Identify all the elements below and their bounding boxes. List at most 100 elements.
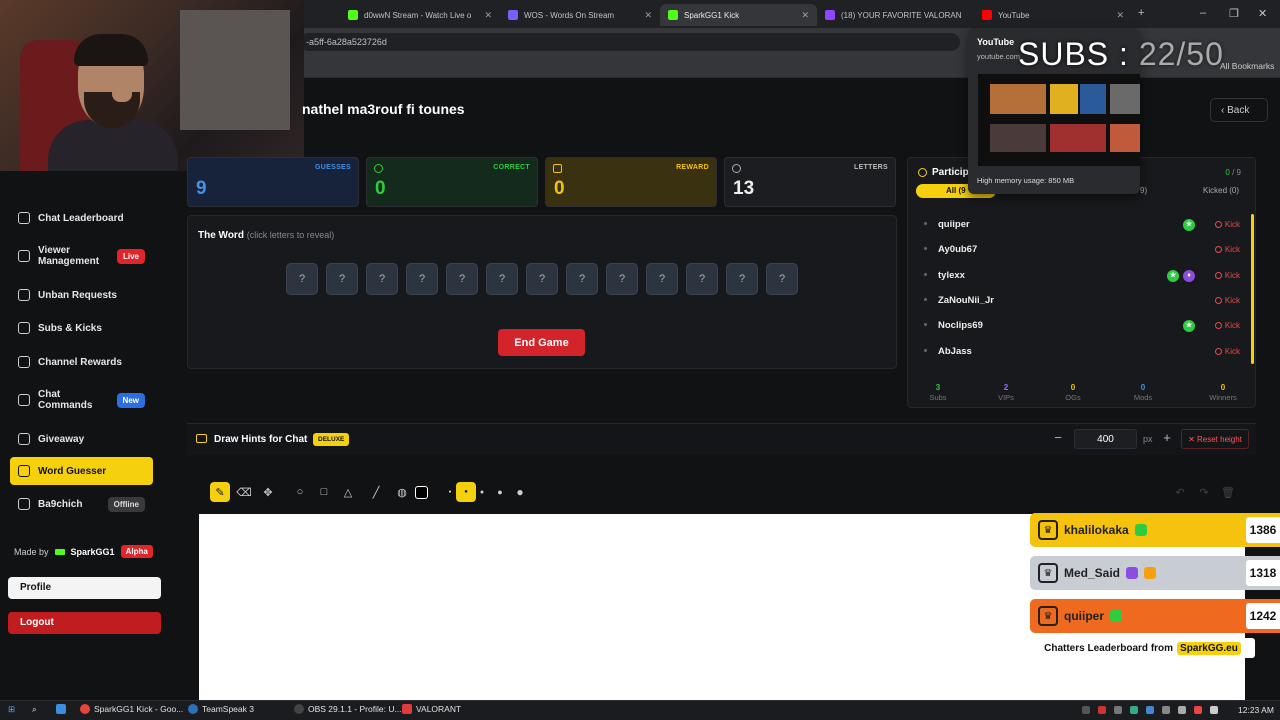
- tab-wos[interactable]: WOS - Words On Stream ✕: [500, 4, 660, 26]
- file-explorer-icon[interactable]: [56, 704, 66, 714]
- bullet: [924, 297, 927, 301]
- windows-start-icon[interactable]: ⊞: [8, 704, 15, 715]
- letter-tile[interactable]: ?: [526, 263, 558, 295]
- sidebar-item-0[interactable]: Chat Leaderboard: [10, 204, 153, 232]
- letter-tile[interactable]: ?: [766, 263, 798, 295]
- close-icon[interactable]: ✕: [1116, 10, 1124, 21]
- new-tab-icon[interactable]: +: [1138, 7, 1144, 19]
- letter-tile[interactable]: ?: [686, 263, 718, 295]
- letter-tile[interactable]: ?: [486, 263, 518, 295]
- kick-button[interactable]: Kick: [1214, 270, 1240, 280]
- tab-sparkgg1-kick[interactable]: SparkGG1 Kick ✕: [660, 4, 817, 26]
- sidebar-item-label: Chat Commands: [38, 389, 93, 411]
- tray-icon[interactable]: [1194, 706, 1202, 714]
- minimize-icon[interactable]: –: [1200, 7, 1206, 19]
- search-icon[interactable]: ⌕: [32, 704, 37, 715]
- sidebar-item-5[interactable]: Chat Commands New: [10, 386, 153, 414]
- line-tool-icon[interactable]: ╱: [366, 482, 386, 502]
- sidebar-item-3[interactable]: Subs & Kicks: [10, 314, 153, 342]
- kick-button[interactable]: Kick: [1214, 347, 1240, 356]
- summary-value: 0: [1070, 383, 1076, 392]
- tray-icon[interactable]: [1210, 706, 1218, 714]
- kick-button[interactable]: Kick: [1214, 295, 1240, 305]
- sidebar-item-2[interactable]: Unban Requests: [10, 281, 153, 309]
- close-icon[interactable]: ✕: [484, 10, 492, 21]
- taskbar-valorant[interactable]: VALORANT: [402, 704, 461, 714]
- sidebar-item-label: Ba9chich: [38, 498, 83, 510]
- tab-label: YouTube: [998, 10, 1030, 20]
- move-tool-icon[interactable]: ✥: [258, 482, 278, 502]
- decrease-height-button[interactable]: −: [1049, 430, 1067, 448]
- trash-icon[interactable]: 🗑: [1218, 482, 1238, 502]
- tab-kicked[interactable]: Kicked (0): [1203, 186, 1239, 195]
- letter-tile[interactable]: ?: [406, 263, 438, 295]
- brush-size-xl[interactable]: ●: [510, 482, 530, 502]
- letter-tile[interactable]: ?: [566, 263, 598, 295]
- sidebar-item-1[interactable]: Viewer Management Live: [10, 242, 153, 270]
- tab-subs[interactable]: 9): [1140, 186, 1147, 195]
- tab-valorant[interactable]: (18) YOUR FAVORITE VALORAN: [817, 4, 974, 26]
- letter-tile[interactable]: ?: [366, 263, 398, 295]
- tab-d0wwn-stream[interactable]: d0wwN Stream - Watch Live o ✕: [340, 4, 500, 26]
- window-close-icon[interactable]: ✕: [1258, 7, 1267, 20]
- summary-label: Subs: [929, 393, 947, 402]
- triangle-tool-icon[interactable]: △: [338, 482, 358, 502]
- circle-tool-icon[interactable]: ○: [290, 482, 310, 502]
- letter-tile[interactable]: ?: [646, 263, 678, 295]
- sidebar-item-4[interactable]: Channel Rewards: [10, 348, 153, 376]
- tray-icon[interactable]: [1082, 706, 1090, 714]
- tray-icon[interactable]: [1162, 706, 1170, 714]
- kick-button[interactable]: Kick: [1214, 321, 1240, 330]
- maximize-icon[interactable]: ❐: [1229, 7, 1239, 20]
- kick-label: Kick: [1224, 295, 1240, 305]
- tray-icon[interactable]: [1130, 706, 1138, 714]
- brush-size-lg[interactable]: ●: [490, 482, 510, 502]
- taskbar-chrome[interactable]: SparkGG1 Kick - Goo...: [80, 704, 183, 714]
- letter-tile[interactable]: ?: [286, 263, 318, 295]
- palette-icon[interactable]: ◍: [392, 482, 412, 502]
- tray-icon[interactable]: [1178, 706, 1186, 714]
- letter-tile[interactable]: ?: [326, 263, 358, 295]
- shield-icon: [18, 289, 30, 301]
- wos-favicon-icon: [508, 10, 518, 20]
- reset-height-button[interactable]: ✕ Reset height: [1181, 429, 1249, 449]
- letter-tile[interactable]: ?: [446, 263, 478, 295]
- close-icon[interactable]: ✕: [801, 10, 809, 21]
- eraser-tool-icon[interactable]: ⌫: [234, 482, 254, 502]
- increase-height-button[interactable]: +: [1158, 430, 1176, 448]
- undo-icon[interactable]: ↶: [1170, 482, 1190, 502]
- logout-button[interactable]: Logout: [8, 612, 161, 634]
- sidebar-item-6[interactable]: Giveaway: [10, 425, 153, 453]
- end-game-button[interactable]: End Game: [498, 329, 585, 356]
- kick-button[interactable]: Kick: [1214, 220, 1240, 229]
- taskbar-obs[interactable]: OBS 29.1.1 - Profile: U...: [294, 704, 402, 714]
- redo-icon[interactable]: ↷: [1194, 482, 1214, 502]
- pencil-tool-icon[interactable]: ✎: [210, 482, 230, 502]
- letter-tile[interactable]: ?: [606, 263, 638, 295]
- sidebar-item-8[interactable]: Ba9chich Offline: [10, 490, 153, 518]
- taskbar-teamspeak[interactable]: TeamSpeak 3: [188, 704, 254, 714]
- canvas-height-input[interactable]: 400: [1074, 429, 1137, 449]
- leaderboard-row: ♛ Med_Said 1318: [1030, 556, 1280, 590]
- stat-label: GUESSES: [315, 164, 351, 171]
- all-bookmarks[interactable]: All Bookmarks: [1220, 61, 1274, 71]
- kick-label: Kick: [1224, 270, 1240, 280]
- tray-icon[interactable]: [1146, 706, 1154, 714]
- vip-badge-icon: ♦: [1183, 269, 1195, 282]
- color-swatch[interactable]: [411, 482, 431, 502]
- rectangle-tool-icon[interactable]: □: [314, 482, 334, 502]
- participants-scrollbar[interactable]: [1251, 214, 1254, 364]
- sidebar-item-7[interactable]: Word Guesser: [10, 457, 153, 485]
- tray-icon[interactable]: [1098, 706, 1106, 714]
- leaderboard-name: quiiper: [1064, 609, 1105, 623]
- close-icon[interactable]: ✕: [644, 10, 652, 21]
- tab-youtube[interactable]: YouTube ✕: [974, 4, 1132, 26]
- brush-size-md[interactable]: ●: [472, 482, 492, 502]
- profile-button[interactable]: Profile: [8, 577, 161, 599]
- back-button[interactable]: ‹ Back: [1210, 98, 1268, 122]
- kick-button[interactable]: Kick: [1214, 245, 1240, 254]
- letter-tile[interactable]: ?: [726, 263, 758, 295]
- stat-value: 0: [375, 178, 386, 199]
- address-input[interactable]: -a5ff-6a28a523726d: [300, 33, 960, 51]
- tray-icon[interactable]: [1114, 706, 1122, 714]
